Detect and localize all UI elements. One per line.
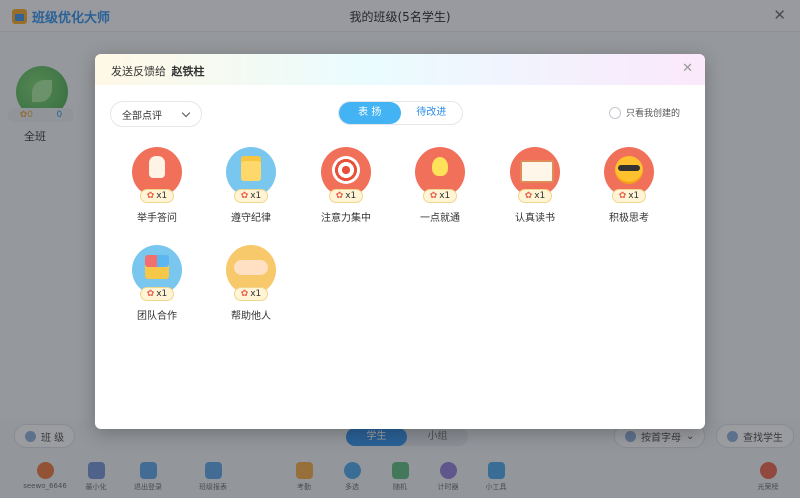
flower-icon: ✿ [618,191,627,201]
feedback-item-quick-learner[interactable]: ✿ x1 一点就通 [408,147,472,224]
puzzle-icon: ✿ x1 [132,245,182,301]
feedback-item-helping-others[interactable]: ✿ x1 帮助他人 [219,245,283,322]
feedback-modal: 发送反馈给 赵铁柱 ✕ 全部点评 表 扬 待改进 只看我创建的 ✿ x1 举手答问… [95,54,705,429]
lightbulb-icon: ✿ x1 [415,147,465,203]
sunglasses-sun-icon: ✿ x1 [604,147,654,203]
count-badge: ✿ x1 [140,189,174,203]
feedback-item-label: 一点就通 [420,213,460,224]
count-badge: ✿ x1 [234,189,268,203]
flower-icon: ✿ [240,191,249,201]
feedback-item-label: 注意力集中 [321,213,371,224]
feedback-item-label: 积极思考 [609,213,649,224]
flower-icon: ✿ [240,289,249,299]
feedback-item-raise-hand[interactable]: ✿ x1 举手答问 [125,147,189,224]
feedback-item-label: 遵守纪律 [231,213,271,224]
comment-filter-value: 全部点评 [122,110,162,122]
feedback-item-discipline[interactable]: ✿ x1 遵守纪律 [219,147,283,224]
student-name: 赵铁柱 [171,65,205,78]
feedback-item-label: 认真读书 [515,213,555,224]
feedback-item-label: 团队合作 [137,311,177,322]
chevron-down-icon [181,108,191,117]
flower-icon: ✿ [146,289,155,299]
only-mine-label: 只看我创建的 [626,109,681,119]
feedback-item-teamwork[interactable]: ✿ x1 团队合作 [125,245,189,322]
only-mine-radio[interactable] [609,106,621,119]
count-badge: ✿ x1 [329,189,363,203]
modal-header: 发送反馈给 赵铁柱 ✕ [95,54,705,85]
book-icon: ✿ x1 [510,147,560,203]
count-badge: ✿ x1 [612,189,646,203]
feedback-item-label: 帮助他人 [231,311,271,322]
discipline-icon: ✿ x1 [226,147,276,203]
tab-needs-improvement[interactable]: 待改进 [401,102,463,124]
count-badge: ✿ x1 [423,189,457,203]
feedback-item-active-thinking[interactable]: ✿ x1 积极思考 [597,147,661,224]
feedback-item-label: 举手答问 [137,213,177,224]
comment-filter-dropdown[interactable]: 全部点评 [110,101,202,127]
modal-title-prefix: 发送反馈给 [111,65,166,78]
feedback-item-focus[interactable]: ✿ x1 注意力集中 [314,147,378,224]
raise-hand-icon: ✿ x1 [132,147,182,203]
count-badge: ✿ x1 [234,287,268,301]
feedback-item-reading[interactable]: ✿ x1 认真读书 [503,147,567,224]
handshake-icon: ✿ x1 [226,245,276,301]
modal-title: 发送反馈给 赵铁柱 [111,63,205,79]
flower-icon: ✿ [524,191,533,201]
count-badge: ✿ x1 [140,287,174,301]
count-badge: ✿ x1 [518,189,552,203]
flower-icon: ✿ [429,191,438,201]
close-icon[interactable]: ✕ [682,61,693,76]
flower-icon: ✿ [146,191,155,201]
target-icon: ✿ x1 [321,147,371,203]
tab-praise[interactable]: 表 扬 [339,102,401,124]
flower-icon: ✿ [335,191,344,201]
only-mine-toggle[interactable]: 只看我创建的 [609,106,680,119]
feedback-type-tabs: 表 扬 待改进 [338,101,463,125]
